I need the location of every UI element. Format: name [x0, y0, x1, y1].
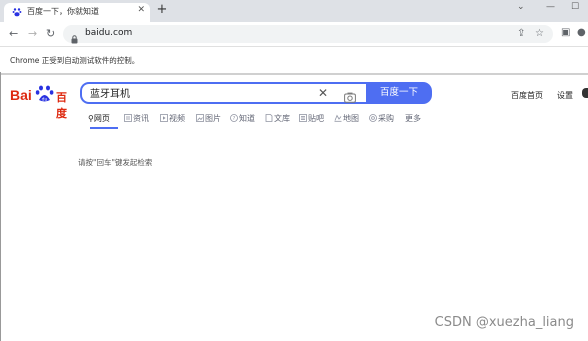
tab-label: 文库: [274, 114, 290, 123]
question-icon: ?: [230, 114, 238, 122]
homepage-link[interactable]: 百度首页: [511, 90, 543, 101]
tab-images[interactable]: 图片: [196, 113, 221, 124]
address-bar[interactable]: baidu.com ⇪ ☆: [63, 25, 553, 44]
tab-close-icon[interactable]: ✕: [137, 5, 145, 15]
logo-latin: Bai: [10, 87, 32, 103]
side-panel-icon[interactable]: ▣: [561, 27, 570, 38]
tab-video[interactable]: 视频: [160, 113, 185, 124]
bookmark-star-icon[interactable]: ☆: [535, 28, 544, 39]
tab-label: 知道: [239, 114, 255, 123]
minimize-icon[interactable]: —: [546, 2, 555, 12]
watermark: CSDN @xuezha_liang: [434, 315, 574, 330]
tab-purchase[interactable]: 采购: [369, 113, 394, 124]
active-tab-underline: [90, 127, 118, 129]
tab-strip: 百度一下，你就知道 ✕ + ⌄ — ☐: [0, 0, 588, 22]
search-input[interactable]: [90, 87, 290, 98]
tab-tieba[interactable]: 贴吧: [299, 113, 324, 124]
camera-icon[interactable]: [344, 88, 356, 103]
tab-label: 贴吧: [308, 114, 324, 123]
tab-zhidao[interactable]: ? 知道: [230, 113, 255, 124]
avatar[interactable]: [582, 88, 588, 98]
profile-icon[interactable]: ●: [577, 27, 586, 38]
maximize-icon[interactable]: ☐: [571, 2, 579, 12]
tab-map[interactable]: 地图: [334, 113, 359, 124]
reload-icon[interactable]: ↻: [46, 27, 55, 41]
document-icon: [265, 114, 273, 122]
news-icon: [124, 114, 132, 122]
window-edge: [0, 72, 1, 341]
svg-text:?: ?: [233, 116, 236, 122]
share-icon[interactable]: ⇪: [517, 28, 525, 39]
tab-label: 采购: [378, 114, 394, 123]
tab-search-chevron-icon[interactable]: ⌄: [517, 2, 525, 12]
back-icon[interactable]: ←: [9, 27, 18, 41]
lock-icon: [71, 29, 78, 44]
map-icon: [334, 114, 342, 122]
video-icon: [160, 114, 168, 122]
browser-tab[interactable]: 百度一下，你就知道 ✕: [4, 3, 150, 22]
tab-more[interactable]: 更多: [405, 113, 421, 124]
paw-icon: du: [35, 84, 55, 104]
enter-hint: 请按"回车"键发起检索: [78, 158, 153, 167]
url-text: baidu.com: [85, 28, 133, 38]
tab-label: 地图: [343, 114, 359, 123]
automation-infobar: Chrome 正受到自动测试软件的控制。: [0, 46, 588, 75]
forum-icon: [299, 114, 307, 122]
browser-toolbar: ← → ↻ baidu.com ⇪ ☆ ▣ ●: [0, 22, 588, 46]
tab-news[interactable]: 资讯: [124, 113, 149, 124]
tab-wenku[interactable]: 文库: [265, 113, 290, 124]
tab-label: 网页: [93, 114, 110, 123]
tab-label: 视频: [169, 114, 185, 123]
clear-icon[interactable]: ✕: [318, 86, 328, 100]
tab-web[interactable]: ⚲网页: [88, 113, 110, 124]
tab-label: 图片: [205, 114, 221, 123]
tab-label: 资讯: [133, 114, 149, 123]
forward-icon[interactable]: →: [28, 27, 37, 41]
svg-text:du: du: [42, 96, 48, 102]
infobar-text: Chrome 正受到自动测试软件的控制。: [10, 56, 140, 65]
purchase-icon: [369, 114, 377, 122]
tab-title: 百度一下，你就知道: [27, 7, 99, 16]
search-box: ✕: [80, 82, 366, 104]
new-tab-icon[interactable]: +: [155, 2, 169, 18]
image-icon: [196, 114, 204, 122]
search-button[interactable]: 百度一下: [366, 82, 432, 104]
logo-chinese: 百度: [56, 91, 67, 120]
baidu-favicon-icon: [12, 7, 22, 17]
settings-link[interactable]: 设置: [557, 90, 573, 101]
